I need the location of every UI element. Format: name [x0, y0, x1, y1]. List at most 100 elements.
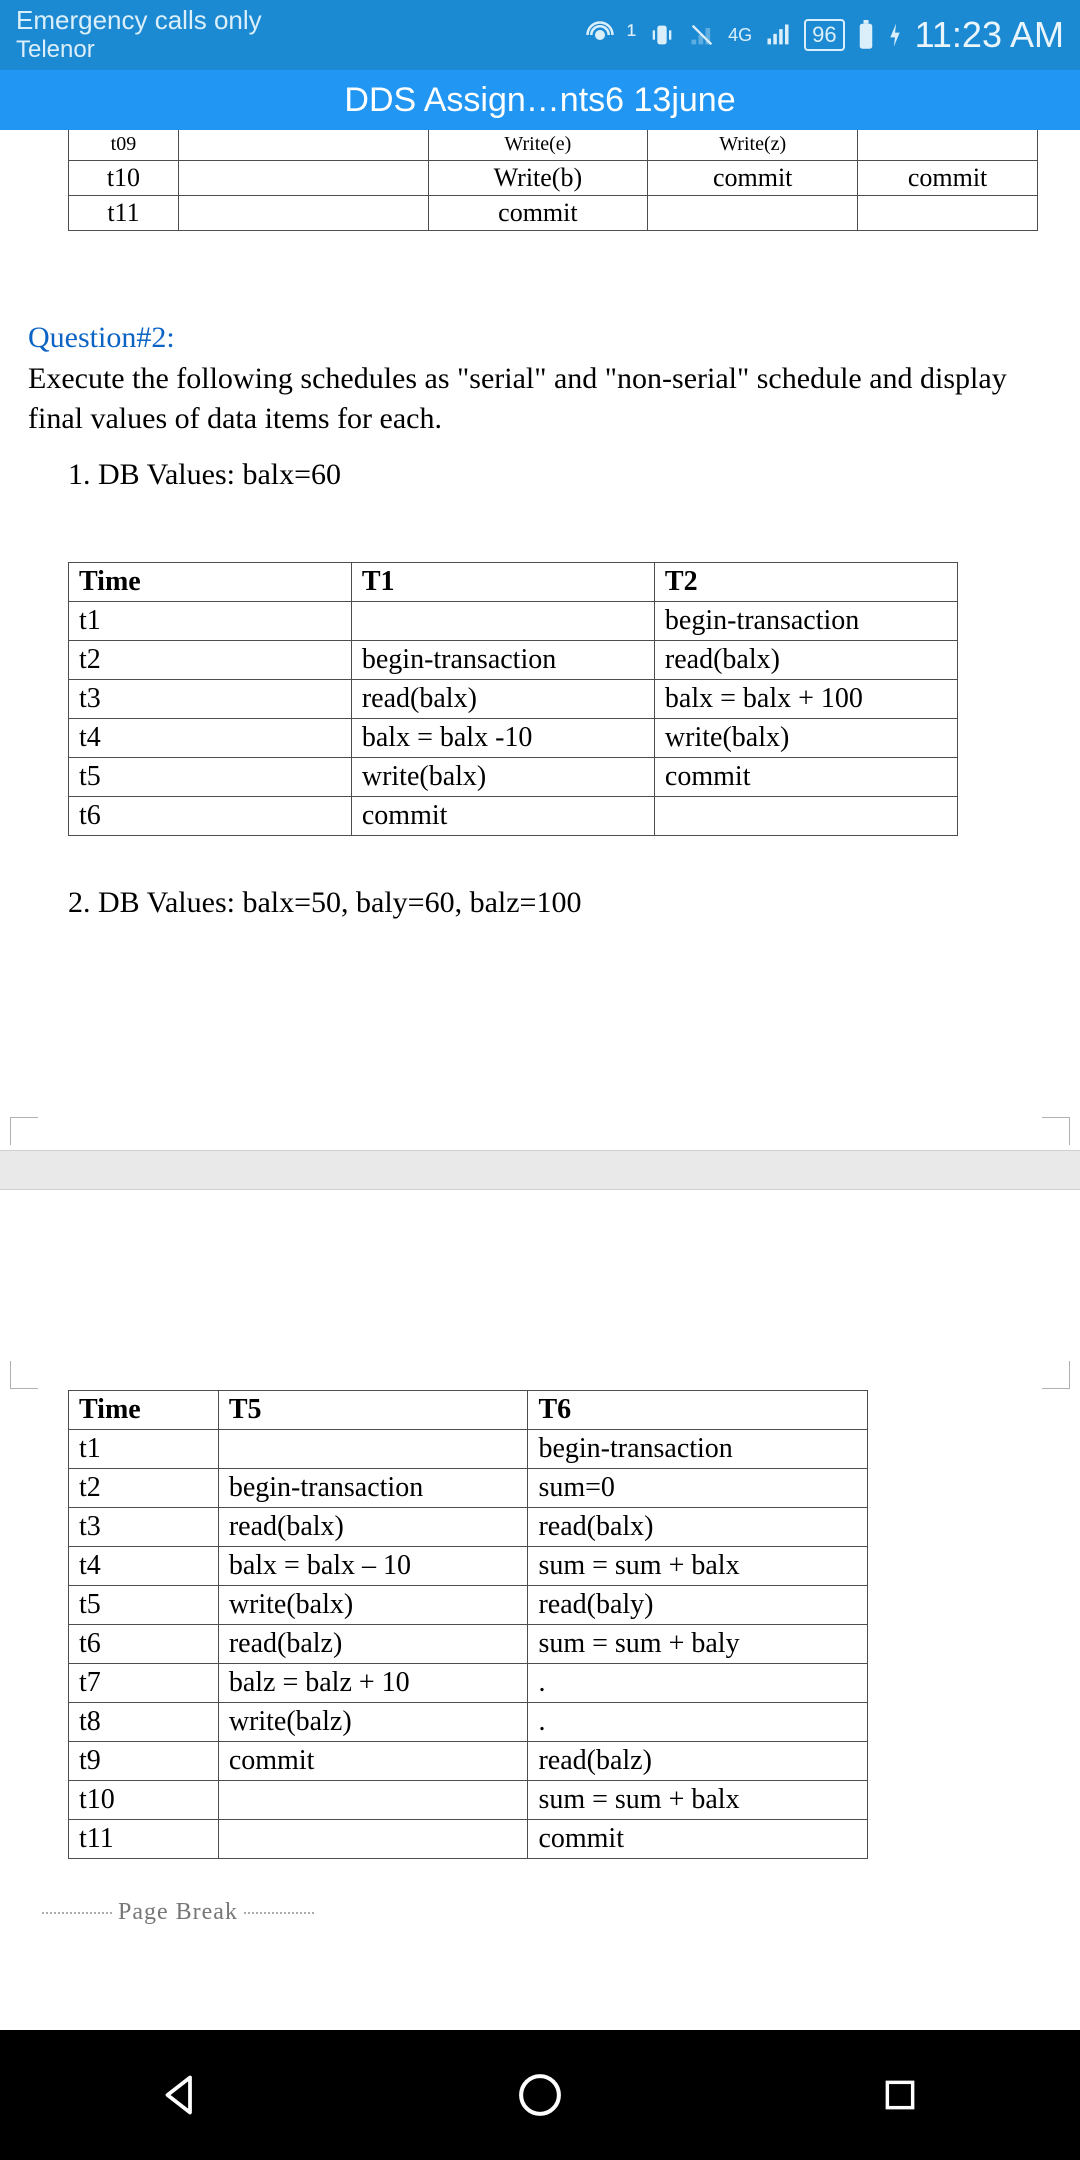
cell: .	[528, 1663, 868, 1702]
cell: t09	[69, 130, 179, 160]
cell	[218, 1780, 528, 1819]
cell: begin-transaction	[654, 601, 957, 640]
cell: t8	[69, 1702, 219, 1741]
cell: t11	[69, 1819, 219, 1858]
cell: Write(e)	[428, 130, 648, 160]
table-row: t3read(balx)balx = balx + 100	[69, 679, 958, 718]
hotspot-icon	[585, 20, 615, 50]
cell: balz = balz + 10	[218, 1663, 528, 1702]
cell	[218, 1429, 528, 1468]
question-item-2: 2. DB Values: balx=50, baly=60, balz=100	[68, 886, 1052, 920]
table-row: t1begin-transaction	[69, 601, 958, 640]
nav-home-button[interactable]	[510, 2065, 570, 2125]
table-row: t6commit	[69, 796, 958, 835]
cell: read(baly)	[528, 1585, 868, 1624]
table-row: t10 sum = sum + balx	[69, 1780, 868, 1819]
document-viewport[interactable]: t09 Write(e) Write(z) t10 Write(b) commi…	[0, 130, 1080, 2160]
table-row: t8write(balz).	[69, 1702, 868, 1741]
table-row: t10 Write(b) commit commit	[69, 160, 1038, 195]
status-right: ¹ 4G 96 11:23 AM	[585, 14, 1064, 56]
battery-level: 96	[804, 19, 844, 51]
table-row: t4balx = balx -10write(balx)	[69, 718, 958, 757]
table-row: t09 Write(e) Write(z)	[69, 130, 1038, 160]
battery-icon	[857, 20, 875, 50]
table-row: t7balz = balz + 10.	[69, 1663, 868, 1702]
status-line1: Emergency calls only	[16, 5, 262, 36]
cell: write(balx)	[654, 718, 957, 757]
app-title-bar: DDS Assign…nts6 13june	[0, 70, 1080, 130]
cell: commit	[654, 757, 957, 796]
header-t6: T6	[528, 1390, 868, 1429]
page-corner-icon	[1042, 1361, 1070, 1389]
cell: begin-transaction	[528, 1429, 868, 1468]
page-corner-icon	[1042, 1117, 1070, 1145]
cell: t5	[69, 1585, 219, 1624]
cell: sum = sum + balx	[528, 1546, 868, 1585]
cell: sum = sum + baly	[528, 1624, 868, 1663]
cell: begin-transaction	[218, 1468, 528, 1507]
table-row: t5write(balx)read(baly)	[69, 1585, 868, 1624]
nav-back-button[interactable]	[150, 2065, 210, 2125]
cell: read(balx)	[218, 1507, 528, 1546]
cell: t3	[69, 1507, 219, 1546]
page-break-label: Page Break	[36, 1899, 1052, 1926]
cell: write(balz)	[218, 1702, 528, 1741]
header-t5: T5	[218, 1390, 528, 1429]
schedule-table-1: Time T1 T2 t1begin-transaction t2 begin-t…	[68, 562, 958, 836]
table-row: t3read(balx)read(balx)	[69, 1507, 868, 1546]
question-body: Execute the following schedules as "seri…	[28, 359, 1052, 440]
cell: commit	[351, 796, 654, 835]
cell: read(balx)	[351, 679, 654, 718]
cell: balx = balx – 10	[218, 1546, 528, 1585]
cell: read(balx)	[528, 1507, 868, 1546]
cell: sum = sum + balx	[528, 1780, 868, 1819]
cell: write(balx)	[218, 1585, 528, 1624]
vibrate-icon	[648, 21, 676, 49]
cell: sum=0	[528, 1468, 868, 1507]
cell: t2	[69, 640, 352, 679]
network-type: 4G	[728, 25, 752, 46]
header-time: Time	[69, 1390, 219, 1429]
document-title: DDS Assign…nts6 13june	[344, 81, 735, 120]
cell	[218, 1819, 528, 1858]
cell	[178, 195, 428, 230]
cell	[858, 130, 1038, 160]
cell: balx = balx + 100	[654, 679, 957, 718]
table-row: t2begin-transactionsum=0	[69, 1468, 868, 1507]
signal-icon	[764, 21, 792, 49]
status-time: 11:23 AM	[915, 14, 1064, 56]
cell	[351, 601, 654, 640]
sim-badge: ¹	[627, 19, 636, 51]
cell: read(balz)	[218, 1624, 528, 1663]
cell: read(balx)	[654, 640, 957, 679]
nav-recent-button[interactable]	[870, 2065, 930, 2125]
table-row: t9commitread(balz)	[69, 1741, 868, 1780]
table-row: t1begin-transaction	[69, 1429, 868, 1468]
cell: write(balx)	[351, 757, 654, 796]
cell	[648, 195, 858, 230]
cell: commit	[648, 160, 858, 195]
cell	[178, 130, 428, 160]
status-left: Emergency calls only Telenor	[16, 5, 262, 65]
table-row: t6read(balz)sum = sum + baly	[69, 1624, 868, 1663]
cell: t9	[69, 1741, 219, 1780]
question-title: Question#2:	[28, 321, 1052, 355]
cell	[178, 160, 428, 195]
table-header-row: Time T5 T6	[69, 1390, 868, 1429]
header-t2: T2	[654, 562, 957, 601]
cell: t4	[69, 1546, 219, 1585]
table-row: t11 commit	[69, 195, 1038, 230]
cell: Write(z)	[648, 130, 858, 160]
page-corner-icon	[10, 1117, 38, 1145]
cell: commit	[428, 195, 648, 230]
cell: commit	[528, 1819, 868, 1858]
table-header-row: Time T1 T2	[69, 562, 958, 601]
cell: t11	[69, 195, 179, 230]
cell: t3	[69, 679, 352, 718]
cell: t10	[69, 1780, 219, 1819]
cell: read(balz)	[528, 1741, 868, 1780]
cell: t10	[69, 160, 179, 195]
page-corner-icon	[10, 1361, 38, 1389]
table-row: t5write(balx)commit	[69, 757, 958, 796]
table-row: t4balx = balx – 10sum = sum + balx	[69, 1546, 868, 1585]
